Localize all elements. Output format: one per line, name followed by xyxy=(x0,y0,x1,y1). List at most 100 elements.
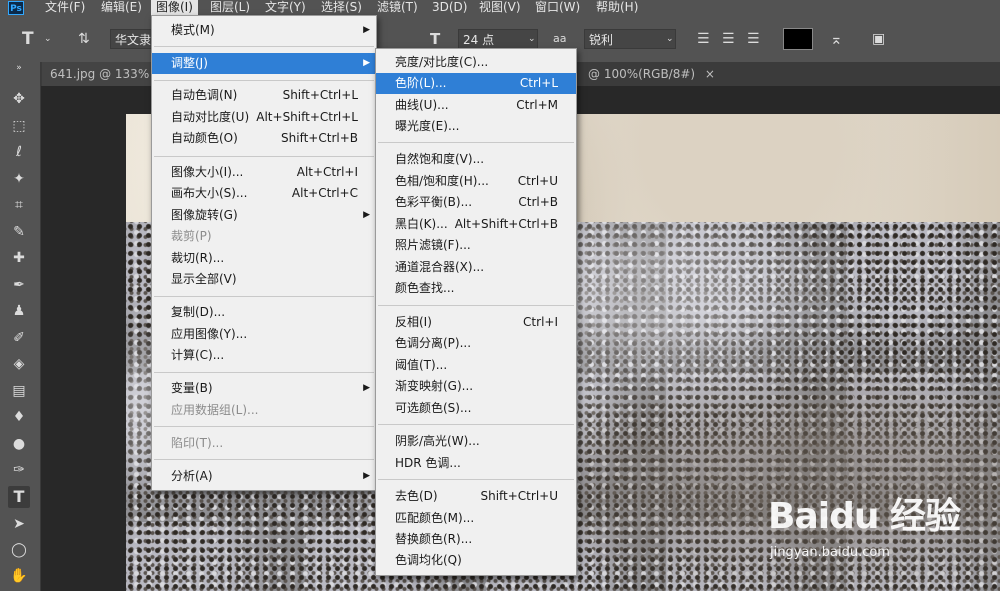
image-menu-item[interactable]: 分析(A) ▶ xyxy=(152,466,376,487)
tab-641-jpg[interactable]: 641.jpg @ 133% ( xyxy=(42,62,166,86)
font-family-select[interactable]: 华文隶 xyxy=(110,29,152,49)
menu-separator xyxy=(154,80,374,81)
panel-collapse-icon[interactable]: » xyxy=(8,62,30,74)
menu-file[interactable]: 文件(F) xyxy=(40,0,90,16)
menu-item-label: 画布大小(S)... xyxy=(171,186,248,200)
adjust-menu-item[interactable]: 色阶(L)... Ctrl+L xyxy=(376,73,576,94)
history-brush-tool-icon[interactable]: ✐ xyxy=(8,327,30,349)
align-right-icon[interactable]: ☰ xyxy=(747,29,760,49)
menu-item-label: 阴影/高光(W)... xyxy=(395,434,480,448)
clone-stamp-tool-icon[interactable]: ♟ xyxy=(8,300,30,322)
adjust-menu-item[interactable]: 匹配颜色(M)... xyxy=(376,508,576,529)
move-tool-icon[interactable]: ✥ xyxy=(8,88,30,110)
character-panel-icon[interactable]: ▣ xyxy=(872,29,885,49)
adjust-menu-item[interactable]: 反相(I) Ctrl+I xyxy=(376,312,576,333)
image-menu-item[interactable]: 图像旋转(G) ▶ xyxy=(152,205,376,226)
image-menu-item[interactable]: 计算(C)... xyxy=(152,345,376,366)
font-size-chevron-icon[interactable]: ⌄ xyxy=(528,29,536,49)
adjust-menu-item[interactable]: 替换颜色(R)... xyxy=(376,529,576,550)
adjust-menu-item[interactable]: 颜色查找... xyxy=(376,278,576,299)
crop-tool-icon[interactable]: ⌗ xyxy=(8,194,30,216)
adjust-menu-item[interactable]: 阴影/高光(W)... xyxy=(376,431,576,452)
menu-layer[interactable]: 图层(L) xyxy=(205,0,255,16)
align-left-icon[interactable]: ☰ xyxy=(697,29,710,49)
menu-item-shortcut: Ctrl+M xyxy=(516,98,558,112)
menu-select[interactable]: 选择(S) xyxy=(316,0,367,16)
font-size-select[interactable]: 24 点 xyxy=(458,29,538,49)
adjust-menu-item[interactable]: 色调均化(Q) xyxy=(376,550,576,571)
gradient-tool-icon[interactable]: ▤ xyxy=(8,380,30,402)
menu-3d[interactable]: 3D(D) xyxy=(427,0,472,16)
adjust-menu-item[interactable]: 亮度/对比度(C)... xyxy=(376,52,576,73)
text-orientation-icon[interactable]: ⇅ xyxy=(78,29,90,49)
adjust-menu-item[interactable]: HDR 色调... xyxy=(376,453,576,474)
image-menu-item[interactable]: 画布大小(S)... Alt+Ctrl+C xyxy=(152,183,376,204)
adjust-menu-item[interactable]: 去色(D) Shift+Ctrl+U xyxy=(376,486,576,507)
menu-separator xyxy=(154,46,374,47)
menu-item-label: 照片滤镜(F)... xyxy=(395,238,471,252)
menu-edit[interactable]: 编辑(E) xyxy=(96,0,147,16)
adjust-menu-item[interactable]: 黑白(K)... Alt+Shift+Ctrl+B xyxy=(376,214,576,235)
menu-view[interactable]: 视图(V) xyxy=(474,0,526,16)
adjust-menu-item[interactable]: 色彩平衡(B)... Ctrl+B xyxy=(376,192,576,213)
eyedropper-tool-icon[interactable]: ✎ xyxy=(8,221,30,243)
adjust-menu-item[interactable]: 照片滤镜(F)... xyxy=(376,235,576,256)
image-menu-item[interactable]: 图像大小(I)... Alt+Ctrl+I xyxy=(152,162,376,183)
menu-bar: Ps 文件(F) 编辑(E) 图像(I) 图层(L) 文字(Y) 选择(S) 滤… xyxy=(0,0,1000,16)
image-menu-item[interactable]: 显示全部(V) xyxy=(152,269,376,290)
image-menu-item[interactable]: 陷印(T)... xyxy=(152,433,376,454)
blur-tool-icon[interactable]: ♦ xyxy=(8,406,30,428)
image-menu-item[interactable]: 应用数据组(L)... xyxy=(152,400,376,421)
adjustments-submenu: 亮度/对比度(C)... 色阶(L)... Ctrl+L 曲线(U)... Ctrl+M… xyxy=(375,48,577,576)
menu-item-shortcut: Ctrl+B xyxy=(518,195,558,209)
tab-second-document[interactable]: @ 100%(RGB/8#) × xyxy=(580,62,723,86)
adjust-menu-item[interactable]: 色调分离(P)... xyxy=(376,333,576,354)
adjust-menu-item[interactable]: 曲线(U)... Ctrl+M xyxy=(376,95,576,116)
tab-close-icon[interactable]: × xyxy=(705,67,715,81)
adjust-menu-item[interactable]: 曝光度(E)... xyxy=(376,116,576,137)
image-menu-item[interactable]: 裁切(R)... xyxy=(152,248,376,269)
menu-image[interactable]: 图像(I) xyxy=(151,0,198,16)
menu-window[interactable]: 窗口(W) xyxy=(530,0,585,16)
warp-text-icon[interactable]: ⌅ xyxy=(830,29,843,49)
tool-preset-chevron-icon[interactable]: ⌄ xyxy=(44,29,52,49)
menu-filter[interactable]: 滤镜(T) xyxy=(372,0,423,16)
adjust-menu-item[interactable]: 自然饱和度(V)... xyxy=(376,149,576,170)
lasso-tool-icon[interactable]: ℓ xyxy=(8,141,30,163)
menu-type[interactable]: 文字(Y) xyxy=(260,0,311,16)
menu-item-label: 复制(D)... xyxy=(171,305,226,319)
healing-brush-tool-icon[interactable]: ✚ xyxy=(8,247,30,269)
menu-item-label: 可选颜色(S)... xyxy=(395,401,472,415)
eraser-tool-icon[interactable]: ◈ xyxy=(8,353,30,375)
menu-help[interactable]: 帮助(H) xyxy=(591,0,643,16)
image-menu-item[interactable]: 变量(B) ▶ xyxy=(152,378,376,399)
adjust-menu-item[interactable]: 渐变映射(G)... xyxy=(376,376,576,397)
marquee-tool-icon[interactable]: ⬚ xyxy=(8,115,30,137)
hand-tool-icon[interactable]: ✋ xyxy=(8,565,30,587)
image-menu-item[interactable]: 自动色调(N) Shift+Ctrl+L xyxy=(152,85,376,106)
horizontal-type-tool-icon[interactable]: T xyxy=(8,486,30,508)
image-menu-item[interactable]: 模式(M) ▶ xyxy=(152,20,376,41)
menu-item-label: 渐变映射(G)... xyxy=(395,379,474,393)
image-menu-item[interactable]: 自动对比度(U) Alt+Shift+Ctrl+L xyxy=(152,107,376,128)
adjust-menu-item[interactable]: 阈值(T)... xyxy=(376,355,576,376)
adjust-menu-item[interactable]: 色相/饱和度(H)... Ctrl+U xyxy=(376,171,576,192)
image-menu-item[interactable]: 裁剪(P) xyxy=(152,226,376,247)
image-menu-item[interactable]: 应用图像(Y)... xyxy=(152,324,376,345)
type-tool-icon[interactable]: T xyxy=(22,29,34,49)
adjust-menu-item[interactable]: 通道混合器(X)... xyxy=(376,257,576,278)
dodge-tool-icon[interactable]: ● xyxy=(8,433,30,455)
pen-tool-icon[interactable]: ✑ xyxy=(8,459,30,481)
text-color-swatch[interactable] xyxy=(783,28,813,50)
brush-tool-icon[interactable]: ✒ xyxy=(8,274,30,296)
image-menu-item[interactable]: 自动颜色(O) Shift+Ctrl+B xyxy=(152,128,376,149)
magic-wand-tool-icon[interactable]: ✦ xyxy=(8,168,30,190)
image-menu-item[interactable]: 复制(D)... xyxy=(152,302,376,323)
path-selection-tool-icon[interactable]: ➤ xyxy=(8,513,30,535)
anti-alias-chevron-icon[interactable]: ⌄ xyxy=(666,29,674,49)
ellipse-tool-icon[interactable]: ◯ xyxy=(8,539,30,561)
image-menu-item[interactable]: 调整(J) ▶ xyxy=(152,53,376,74)
anti-alias-select[interactable]: 锐利 xyxy=(584,29,676,49)
align-center-icon[interactable]: ☰ xyxy=(722,29,735,49)
adjust-menu-item[interactable]: 可选颜色(S)... xyxy=(376,398,576,419)
